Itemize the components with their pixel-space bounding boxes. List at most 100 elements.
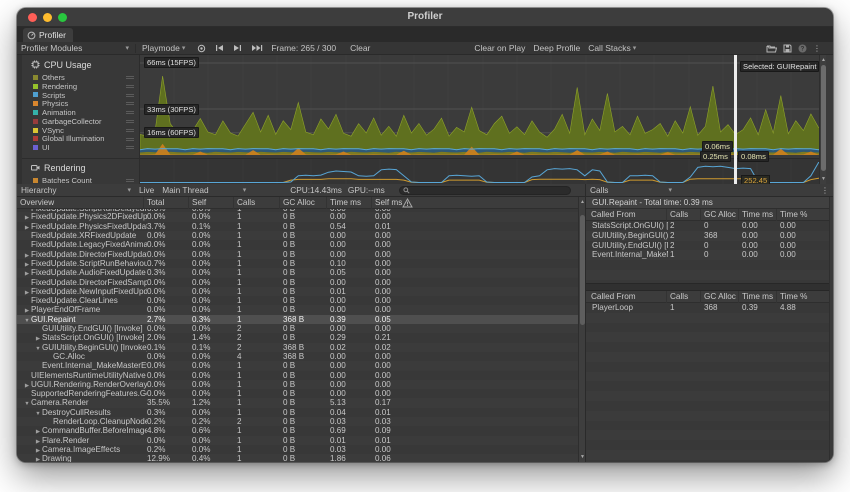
cpu-usage-module[interactable]: CPU Usage OthersRenderingScriptsPhysicsA… [22,55,140,155]
view-mode-dropdown[interactable]: Hierarchy ▾ [17,184,135,197]
table-row[interactable]: ▶FixedUpdate.DirectorFixedUpdate0.0%0.0%… [17,250,578,259]
detail-scrollbar-gutter[interactable] [829,197,833,462]
table-row[interactable]: ▶StatsScript.OnGUI() [Invoke]2.0%1.4%20 … [17,333,578,342]
tree-expand-closed-icon[interactable]: ▶ [34,335,42,342]
legend-drag-handle-icon[interactable] [126,85,134,88]
table-row[interactable]: ▶FixedUpdate.Physics2DFixedUpdate0.0%0.0… [17,212,578,221]
cpu-usage-module-header[interactable]: CPU Usage [22,58,140,71]
tree-expand-closed-icon[interactable]: ▶ [34,428,42,435]
legend-item-others[interactable]: Others [22,73,140,82]
table-row[interactable]: ▶PlayerEndOfFrame0.0%0.0%10 B0.000.00 [17,305,578,314]
column-header-time-ms[interactable]: Time ms [738,291,776,303]
next-frame-button[interactable] [229,42,246,55]
column-header-total[interactable]: Total [143,197,188,209]
tree-expand-closed-icon[interactable]: ▶ [23,382,31,389]
table-row[interactable]: UIElementsRuntimeUtilityNative0.0%0.0%10… [17,371,578,380]
legend-item-vsync[interactable]: VSync [22,126,140,135]
table-row[interactable]: ▶FixedUpdate.ScriptRunBehaviourFixedUpda… [17,259,578,268]
scroll-down-icon[interactable]: ▼ [820,176,827,182]
clear-on-play-toggle[interactable]: Clear on Play [470,42,529,55]
deep-profile-toggle[interactable]: Deep Profile [529,42,584,55]
tree-expand-closed-icon[interactable]: ▶ [23,307,31,314]
table-row[interactable]: ▶Flare.Render0.0%0.0%10 B0.010.01 [17,436,578,445]
tree-expand-closed-icon[interactable]: ▶ [34,438,42,445]
tree-expand-closed-icon[interactable]: ▶ [23,252,31,259]
thread-dropdown[interactable]: Main Thread ▾ [158,184,250,197]
live-toggle[interactable]: Live [135,184,158,197]
cpu-usage-chart[interactable]: 66ms (15FPS) 33ms (30FPS) 16ms (60FPS) S… [140,55,826,155]
legend-drag-handle-icon[interactable] [126,76,134,79]
hierarchy-scrollbar[interactable]: ▲ ▼ [578,197,585,462]
tree-expand-open-icon[interactable]: ▼ [34,410,42,417]
column-header-time-%[interactable]: Time % [776,209,818,221]
table-row[interactable]: ▼GUI.Repaint2.7%0.3%1368 B0.390.05 [17,315,578,324]
tree-expand-open-icon[interactable]: ▼ [34,345,42,352]
rendering-module-header[interactable]: Rendering [22,161,140,174]
column-header-self-ms[interactable]: Self ms [371,197,416,209]
table-row[interactable]: FixedUpdate.XRFixedUpdate0.0%0.0%10 B0.0… [17,231,578,240]
table-row[interactable]: ▶FixedUpdate.AudioFixedUpdate0.3%0.0%10 … [17,268,578,277]
column-header-self[interactable]: Self [188,197,233,209]
selected-frame-marker[interactable] [734,55,737,184]
table-row[interactable]: RenderLoop.CleanupNodeQueue0.2%0.2%20 B0… [17,417,578,426]
batches-chart-canvas[interactable] [140,159,826,185]
profiler-modules-dropdown[interactable]: Profiler Modules ▾ [17,42,133,55]
table-row[interactable]: ▶CommandBuffer.BeforeImageEffects4.8%0.6… [17,426,578,435]
call-stacks-dropdown[interactable]: Call Stacks ▾ [584,42,640,55]
table-row[interactable]: ▼Camera.Render35.5%1.2%10 B5.130.17 [17,398,578,407]
detail-view-dropdown[interactable]: Calls ▾ [586,184,676,197]
legend-drag-handle-icon[interactable] [126,129,134,132]
current-frame-button[interactable] [247,42,267,55]
column-header-overview[interactable]: Overview [17,197,143,209]
legend-item-global-illumination[interactable]: Global Illumination [22,135,140,144]
column-header-calls[interactable]: Calls [666,209,700,221]
detail-pane-menu-icon[interactable]: ⋮ [821,186,833,195]
save-profile-icon[interactable] [783,44,792,53]
column-header-gc-alloc[interactable]: GC Alloc [279,197,326,209]
tree-expand-closed-icon[interactable]: ▶ [23,224,31,231]
table-row[interactable]: ▶Camera.ImageEffects0.2%0.0%10 B0.030.00 [17,445,578,454]
charts-scrollbar-thumb[interactable] [821,65,826,171]
detail-table-row[interactable]: StatsScript.OnGUI() [Invoke]200.000.00 [586,221,830,231]
legend-item-ui[interactable]: UI [22,143,140,152]
legend-item-physics[interactable]: Physics [22,99,140,108]
column-header-called-from[interactable]: Called From [588,209,666,221]
table-row[interactable]: FixedUpdate.LegacyFixedAnimationUpdate0.… [17,240,578,249]
legend-drag-handle-icon[interactable] [126,120,134,123]
clear-button[interactable]: Clear [346,42,374,55]
legend-item-rendering[interactable]: Rendering [22,82,140,91]
column-header-gc-alloc[interactable]: GC Alloc [700,209,738,221]
detail-table-row[interactable]: PlayerLoop13680.394.88 [586,303,830,313]
legend-drag-handle-icon[interactable] [126,111,134,114]
more-menu-icon[interactable]: ⋮ [813,44,825,53]
column-header-calls[interactable]: Calls [666,291,700,303]
table-row[interactable]: FixedUpdate.ClearLines0.0%0.0%10 B0.000.… [17,296,578,305]
titlebar[interactable]: Profiler [17,8,833,27]
playmode-target-dropdown[interactable]: Playmode ▾ [138,42,189,55]
table-row[interactable]: GUIUtility.EndGUI() [Invoke]0.0%0.0%20 B… [17,324,578,333]
legend-drag-handle-icon[interactable] [126,179,134,182]
table-row[interactable]: ▼GUIUtility.BeginGUI() [Invoke]0.1%0.1%2… [17,343,578,352]
legend-item-garbagecollector[interactable]: GarbageCollector [22,117,140,126]
legend-item-animation[interactable]: Animation [22,108,140,117]
column-header-time-ms[interactable]: Time ms [326,197,371,209]
detail-pane-splitter[interactable] [586,283,833,291]
column-header-calls[interactable]: Calls [233,197,279,209]
table-row[interactable]: ▶FixedUpdate.PhysicsFixedUpdate3.7%0.1%1… [17,222,578,231]
tree-expand-closed-icon[interactable]: ▶ [23,214,31,221]
table-row[interactable]: SupportedRenderingFeatures.Get0.0%0.0%10… [17,389,578,398]
tree-expand-closed-icon[interactable]: ▶ [23,270,31,277]
charts-scrollbar[interactable]: ▲ ▼ [819,55,826,184]
detail-table-row[interactable]: GUIUtility.BeginGUI() [Invoke]23680.000.… [586,231,830,241]
column-header-time-ms[interactable]: Time ms [738,209,776,221]
table-row[interactable]: ▶FixedUpdate.NewInputFixedUpdate0.0%0.0%… [17,287,578,296]
column-header-gc-alloc[interactable]: GC Alloc [700,291,738,303]
table-row[interactable]: GC.Alloc0.0%0.0%4368 B0.000.00 [17,352,578,361]
record-button[interactable] [193,42,210,55]
prev-frame-button[interactable] [211,42,228,55]
detail-table-row[interactable]: GUIUtility.EndGUI() [Invoke]200.000.00 [586,241,830,251]
help-icon[interactable]: ? [798,44,807,53]
table-row[interactable]: Event.Internal_MakeMasterEventCurrent0.0… [17,361,578,370]
search-input[interactable] [399,186,571,195]
legend-drag-handle-icon[interactable] [126,138,134,141]
